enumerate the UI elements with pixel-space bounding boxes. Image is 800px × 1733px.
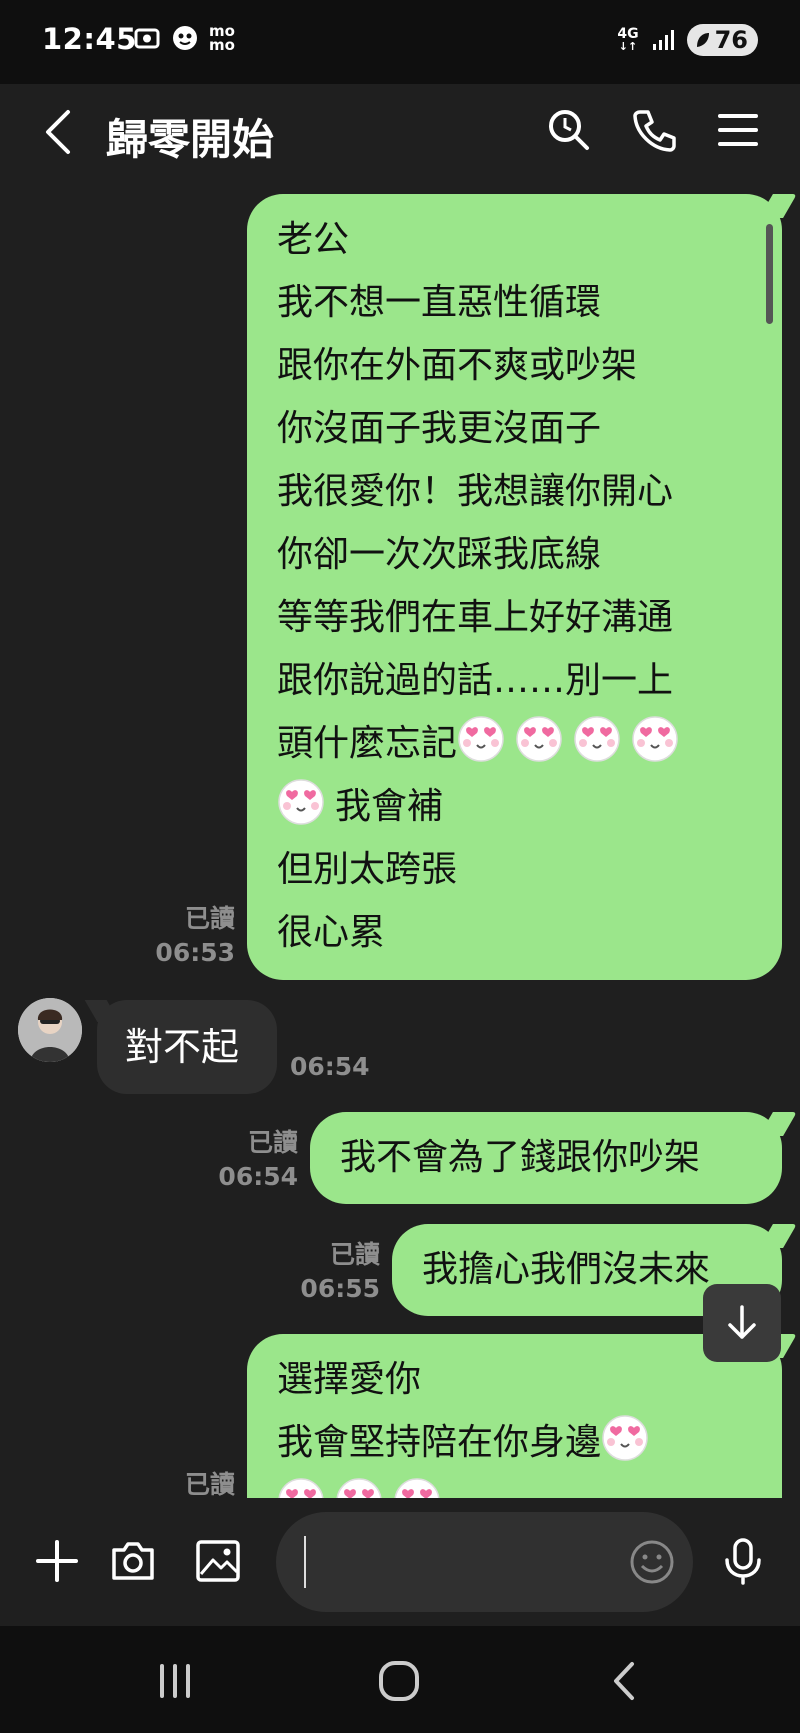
heart-eyes-emoji-icon [277, 1477, 325, 1498]
recent-apps-icon[interactable] [150, 1656, 200, 1706]
status-right: 4G ↓↑ 76 [617, 24, 758, 56]
message-meta: 已讀 [150, 1468, 235, 1498]
message-line: 等等我們在車上好好溝通 [277, 597, 674, 638]
camera-icon[interactable] [108, 1536, 158, 1586]
message-line: 但別太跨張 [277, 849, 458, 890]
avatar[interactable] [18, 998, 82, 1062]
message-line-text: 我會補 [335, 786, 444, 827]
heart-eyes-emoji-icon [515, 715, 563, 763]
momo-icon: mo mo [209, 24, 243, 54]
heart-eyes-emoji-icon [277, 778, 325, 826]
read-receipt: 已讀 [184, 904, 235, 933]
scrollbar[interactable] [766, 224, 773, 324]
chat-header: 歸零開始 [0, 84, 800, 184]
heart-eyes-emoji-icon [393, 1477, 441, 1498]
message-line: 選擇愛你 [277, 1359, 422, 1400]
microphone-icon[interactable] [718, 1536, 768, 1586]
outgoing-message-bubble[interactable]: 選擇愛你 我會堅持陪在你身邊 [247, 1334, 782, 1498]
message-line: 很心累 [277, 912, 386, 953]
emoji-icon[interactable] [629, 1539, 675, 1585]
message-line: 老公 [277, 219, 350, 260]
status-bar: 12:45 mo mo 4G ↓↑ 76 [0, 0, 800, 84]
message-time: 06:55 [300, 1274, 380, 1303]
battery-indicator: 76 [686, 24, 758, 56]
app-face-icon [173, 26, 197, 50]
message-time: 06:53 [155, 938, 235, 967]
momo-bottom: mo [209, 36, 235, 54]
image-icon[interactable] [193, 1536, 243, 1586]
message-text: 對不起 [125, 1025, 240, 1069]
heart-eyes-emoji-icon [335, 1477, 383, 1498]
message-input[interactable] [276, 1512, 693, 1612]
outgoing-message-bubble[interactable]: 我不會為了錢跟你吵架 [310, 1112, 782, 1204]
heart-eyes-emoji-icon [573, 715, 621, 763]
status-time: 12:45 [42, 22, 137, 56]
text-cursor [304, 1536, 306, 1588]
message-time: 06:54 [290, 1052, 370, 1081]
read-receipt: 已讀 [184, 1470, 235, 1498]
network-type: 4G ↓↑ [617, 25, 639, 53]
home-icon[interactable] [374, 1656, 424, 1706]
message-line: 跟你說過的話……別一上 [277, 660, 674, 701]
message-list[interactable]: 已讀 06:53 老公 我不想一直惡性循環 跟你在外面不爽或吵架 你沒面子我更沒… [0, 184, 800, 1498]
avatar-photo-icon [18, 998, 82, 1062]
battery-leaf-icon [696, 33, 709, 47]
message-meta: 已讀 06:53 [140, 902, 235, 970]
message-line-with-emoji: 我會堅持陪在你身邊 [277, 1411, 750, 1474]
message-meta: 已讀 06:55 [290, 1238, 380, 1306]
battery-level: 76 [714, 26, 748, 54]
system-nav-bar [0, 1626, 800, 1733]
heart-eyes-emoji-icon [601, 1414, 649, 1462]
message-line: 跟你在外面不爽或吵架 [277, 345, 638, 386]
back-nav-icon[interactable] [600, 1656, 650, 1706]
arrow-down-icon [728, 1305, 756, 1339]
search-icon[interactable] [545, 106, 593, 154]
message-line: 我不想一直惡性循環 [277, 282, 602, 323]
message-text: 我不會為了錢跟你吵架 [340, 1137, 701, 1178]
message-input-bar [0, 1498, 800, 1626]
message-line: 你沒面子我更沒面子 [277, 408, 602, 449]
heart-eyes-emoji-icon [631, 715, 679, 763]
read-receipt: 已讀 [329, 1240, 380, 1269]
message-line-text: 我會堅持陪在你身邊 [277, 1422, 602, 1463]
phone-icon[interactable] [630, 106, 678, 154]
signal-icon [652, 30, 674, 50]
message-line: 你卻一次次踩我底線 [277, 534, 602, 575]
message-line-text: 頭什麼忘記 [277, 723, 458, 764]
incoming-message-bubble[interactable]: 對不起 [97, 1000, 277, 1094]
scroll-to-bottom-button[interactable] [703, 1284, 781, 1362]
message-text: 我擔心我們沒未來 [422, 1249, 711, 1290]
message-line-with-emoji [277, 1474, 750, 1498]
plus-icon[interactable] [32, 1536, 82, 1586]
message-line-with-emoji: 我會補 [277, 775, 750, 838]
message-meta: 已讀 06:54 [200, 1126, 298, 1194]
message-line: 我很愛你！我想讓你開心 [277, 471, 674, 512]
menu-icon[interactable] [714, 106, 762, 154]
heart-eyes-emoji-icon [457, 715, 505, 763]
read-receipt: 已讀 [247, 1128, 298, 1157]
status-app-icons: mo mo [133, 24, 243, 54]
chat-title: 歸零開始 [106, 115, 275, 164]
message-time: 06:54 [218, 1162, 298, 1191]
message-line-with-emoji: 頭什麼忘記 [277, 712, 750, 775]
outgoing-message-bubble[interactable]: 老公 我不想一直惡性循環 跟你在外面不爽或吵架 你沒面子我更沒面子 我很愛你！我… [247, 194, 782, 980]
back-icon[interactable] [40, 104, 80, 160]
screenshot-icon [134, 28, 160, 49]
